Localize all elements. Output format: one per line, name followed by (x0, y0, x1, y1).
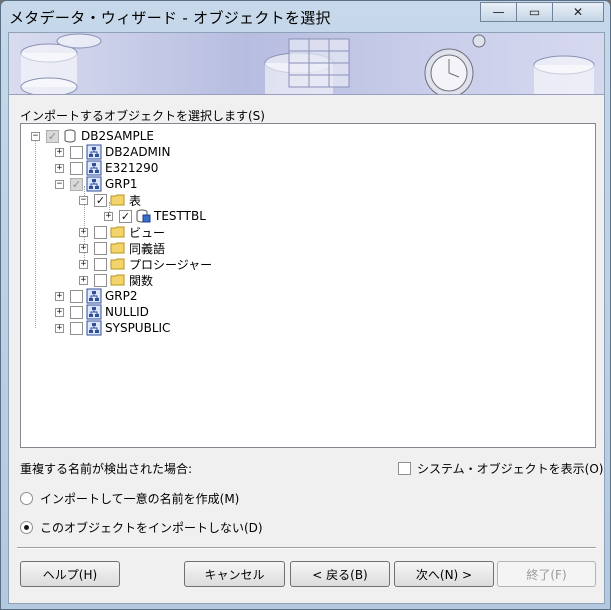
tree-line (35, 138, 36, 328)
tree-label: SYSPUBLIC (105, 321, 171, 335)
schema-icon (86, 304, 102, 320)
tree-node-schema[interactable]: + NULLID (55, 304, 149, 320)
folder-icon (110, 274, 125, 286)
wizard-window: メタデータ・ウィザード - オブジェクトを選択 — ▭ ✕ インポートするオブジ… (0, 0, 611, 610)
tree-node-table[interactable]: + ✓ TESTTBL (104, 208, 206, 224)
restore-icon: ▭ (528, 5, 541, 19)
dialog-client: インポートするオブジェクトを選択します(S) − ✓ DB2SAMPLE + D… (8, 32, 605, 604)
back-button[interactable]: < 戻る(B) (290, 561, 390, 587)
tree-node-folder-tables[interactable]: − ✓ 表 (79, 192, 141, 208)
tree-node-schema[interactable]: + GRP2 (55, 288, 138, 304)
tree-node-folder-procedures[interactable]: + プロシージャー (79, 256, 212, 272)
title-bar[interactable]: メタデータ・ウィザード - オブジェクトを選択 — ▭ ✕ (1, 1, 610, 32)
tree-node-schema[interactable]: − ✓ GRP1 (55, 176, 138, 192)
table-checkbox[interactable]: ✓ (119, 209, 132, 223)
tree-label: E321290 (105, 161, 159, 175)
schema-icon (86, 176, 102, 192)
root-checkbox[interactable]: ✓ (46, 129, 59, 143)
tree-label: 同義語 (129, 241, 166, 256)
schema-checkbox[interactable] (70, 321, 83, 335)
tree-label: GRP2 (105, 289, 138, 303)
folder-icon (110, 194, 125, 206)
tree-node-root[interactable]: − ✓ DB2SAMPLE (31, 128, 154, 144)
window-controls: — ▭ ✕ (480, 2, 604, 22)
collapse-icon[interactable]: − (55, 179, 64, 189)
tree-node-folder-synonyms[interactable]: + 同義語 (79, 240, 165, 256)
expand-icon[interactable]: + (55, 163, 64, 173)
tree-node-folder-views[interactable]: + ビュー (79, 224, 165, 240)
expand-icon[interactable]: + (55, 291, 64, 301)
schema-checkbox[interactable] (70, 305, 83, 319)
close-icon: ✕ (572, 5, 584, 19)
next-button[interactable]: 次へ(N) > (394, 561, 494, 587)
show-system-label: システム・オブジェクトを表示(O) (417, 462, 604, 476)
radio-skip-import[interactable]: このオブジェクトをインポートしない(D) (20, 519, 263, 536)
expand-icon[interactable]: + (104, 211, 113, 221)
tree-label: 関数 (129, 273, 154, 288)
schema-icon (86, 320, 102, 336)
tree-label: DB2ADMIN (105, 145, 171, 159)
schema-icon (86, 144, 102, 160)
tree-label: TESTTBL (154, 209, 206, 223)
object-tree[interactable]: − ✓ DB2SAMPLE + DB2ADMIN + E321290 − ✓ G… (20, 123, 596, 448)
tree-label: NULLID (105, 305, 149, 319)
tree-label: ビュー (129, 225, 166, 240)
expand-icon[interactable]: + (79, 259, 88, 269)
tree-label: GRP1 (105, 177, 138, 191)
restore-button[interactable]: ▭ (516, 2, 553, 22)
tree-label: DB2SAMPLE (81, 129, 155, 143)
help-button[interactable]: ヘルプ(H) (20, 561, 120, 587)
window-title: メタデータ・ウィザード - オブジェクトを選択 (9, 9, 331, 27)
folder-checkbox[interactable] (94, 225, 107, 239)
banner-artwork-icon (20, 33, 595, 94)
tree-node-schema[interactable]: + E321290 (55, 160, 158, 176)
folder-checkbox[interactable] (94, 273, 107, 287)
database-icon (64, 129, 76, 143)
radio-skip-import-button[interactable] (20, 521, 33, 534)
duplicate-name-label: 重複する名前が検出された場合: (20, 462, 193, 476)
folder-icon (110, 242, 125, 254)
radio-create-unique-label: インポートして一意の名前を作成(M) (40, 492, 240, 506)
schema-checkbox[interactable]: ✓ (70, 177, 83, 191)
radio-skip-import-label: このオブジェクトをインポートしない(D) (40, 521, 263, 535)
tree-label: 表 (129, 193, 142, 208)
instruction-label: インポートするオブジェクトを選択します(S) (20, 109, 265, 123)
tree-label: プロシージャー (129, 257, 213, 272)
schema-checkbox[interactable] (70, 161, 83, 175)
show-system-objects[interactable]: システム・オブジェクトを表示(O) (398, 460, 603, 477)
close-button[interactable]: ✕ (552, 2, 604, 22)
collapse-icon[interactable]: − (31, 131, 40, 141)
schema-checkbox[interactable] (70, 145, 83, 159)
expand-icon[interactable]: + (55, 307, 64, 317)
collapse-icon[interactable]: − (79, 195, 88, 205)
radio-create-unique-button[interactable] (20, 492, 33, 505)
tree-node-schema[interactable]: + SYSPUBLIC (55, 320, 170, 336)
minimize-icon: — (492, 5, 505, 19)
button-separator (17, 547, 596, 549)
folder-checkbox[interactable] (94, 241, 107, 255)
tree-node-folder-functions[interactable]: + 関数 (79, 272, 153, 288)
expand-icon[interactable]: + (79, 243, 88, 253)
tree-node-schema[interactable]: + DB2ADMIN (55, 144, 170, 160)
expand-icon[interactable]: + (55, 147, 64, 157)
folder-checkbox[interactable]: ✓ (94, 193, 107, 207)
folder-icon (110, 226, 125, 238)
schema-icon (86, 288, 102, 304)
minimize-button[interactable]: — (480, 2, 517, 22)
show-system-checkbox[interactable] (398, 462, 411, 475)
expand-icon[interactable]: + (55, 323, 64, 333)
radio-create-unique[interactable]: インポートして一意の名前を作成(M) (20, 490, 239, 507)
finish-button[interactable]: 終了(F) (497, 561, 596, 587)
expand-icon[interactable]: + (79, 275, 88, 285)
folder-icon (110, 258, 125, 270)
cancel-button[interactable]: キャンセル (184, 561, 285, 587)
schema-icon (86, 160, 102, 176)
schema-checkbox[interactable] (70, 289, 83, 303)
wizard-banner (9, 33, 604, 95)
expand-icon[interactable]: + (79, 227, 88, 237)
table-icon (136, 209, 151, 223)
folder-checkbox[interactable] (94, 257, 107, 271)
